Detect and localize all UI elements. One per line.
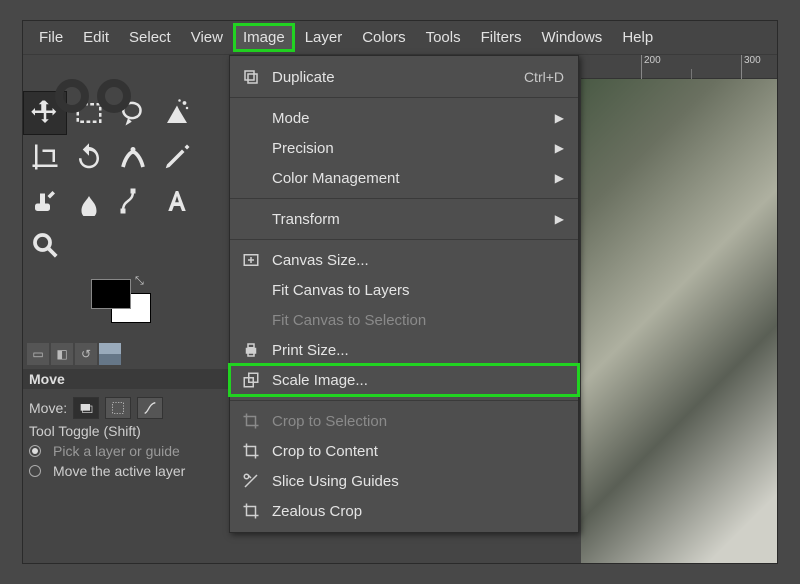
image-canvas[interactable] [581, 79, 777, 563]
menu-item-label: Precision [272, 140, 555, 157]
menu-item-label: Transform [272, 211, 555, 228]
move-mode-layer[interactable] [73, 397, 99, 419]
tool-path[interactable] [111, 179, 155, 223]
menu-zealous-crop[interactable]: Zealous Crop [230, 496, 578, 526]
menu-print-size[interactable]: Print Size... [230, 335, 578, 365]
menu-transform[interactable]: Transform ▶ [230, 204, 578, 234]
radio-icon [29, 445, 41, 457]
tool-warp[interactable] [111, 135, 155, 179]
menu-item-label: Crop to Content [272, 443, 564, 460]
menu-canvas-size[interactable]: Canvas Size... [230, 245, 578, 275]
radio-move-active[interactable]: Move the active layer [29, 463, 223, 479]
menu-item-label: Zealous Crop [272, 503, 564, 520]
dock-tab-device[interactable]: ◧ [51, 343, 73, 365]
tool-smudge[interactable] [67, 179, 111, 223]
menu-tools[interactable]: Tools [416, 23, 471, 52]
move-mode-path[interactable] [137, 397, 163, 419]
radio-pick-layer-label: Pick a layer or guide [53, 443, 180, 459]
menu-filters[interactable]: Filters [471, 23, 532, 52]
menu-slice-guides[interactable]: Slice Using Guides [230, 466, 578, 496]
menu-separator [230, 239, 578, 240]
menu-crop-selection: Crop to Selection [230, 406, 578, 436]
menu-item-label: Fit Canvas to Selection [272, 312, 564, 329]
color-swatches[interactable]: ⤡ [23, 275, 229, 335]
image-menu-dropdown: Duplicate Ctrl+D Mode ▶ Precision ▶ Colo… [229, 55, 579, 533]
tool-rotate[interactable] [67, 135, 111, 179]
tool-options-body: Move: Tool Toggle (Shift) Pick a layer o… [23, 389, 229, 487]
menu-image[interactable]: Image [233, 23, 295, 52]
menubar: File Edit Select View Image Layer Colors… [23, 21, 777, 55]
fg-color-swatch[interactable] [91, 279, 131, 309]
submenu-arrow-icon: ▶ [555, 212, 564, 226]
menu-item-label: Canvas Size... [272, 252, 564, 269]
radio-pick-layer[interactable]: Pick a layer or guide [29, 443, 223, 459]
submenu-arrow-icon: ▶ [555, 141, 564, 155]
menu-item-label: Color Management [272, 170, 555, 187]
ruler-tick: 300 [741, 55, 761, 79]
menu-item-label: Crop to Selection [272, 413, 564, 430]
tool-text[interactable] [155, 179, 199, 223]
menu-layer[interactable]: Layer [295, 23, 353, 52]
submenu-arrow-icon: ▶ [555, 171, 564, 185]
move-label: Move: [29, 400, 67, 416]
menu-mode[interactable]: Mode ▶ [230, 103, 578, 133]
menu-colors[interactable]: Colors [352, 23, 415, 52]
menu-separator [230, 97, 578, 98]
menu-color-management[interactable]: Color Management ▶ [230, 163, 578, 193]
menu-item-label: Slice Using Guides [272, 473, 564, 490]
dock-tabs: ▭ ◧ ↺ [23, 341, 229, 367]
menu-item-accel: Ctrl+D [524, 69, 564, 85]
tool-clone[interactable] [23, 179, 67, 223]
tool-zoom[interactable] [23, 223, 67, 267]
menu-fit-canvas-selection: Fit Canvas to Selection [230, 305, 578, 335]
menu-fit-canvas-layers[interactable]: Fit Canvas to Layers [230, 275, 578, 305]
tool-pencil[interactable] [155, 135, 199, 179]
menu-item-label: Duplicate [272, 69, 524, 86]
menu-item-label: Scale Image... [272, 372, 564, 389]
print-icon [240, 339, 262, 361]
crop-icon [240, 410, 262, 432]
radio-icon [29, 465, 41, 477]
menu-item-label: Fit Canvas to Layers [272, 282, 564, 299]
move-mode-selection[interactable] [105, 397, 131, 419]
radio-move-active-label: Move the active layer [53, 463, 185, 479]
dock-tab-tool-options[interactable]: ▭ [27, 343, 49, 365]
menu-separator [230, 400, 578, 401]
tool-toggle-label: Tool Toggle (Shift) [29, 423, 223, 439]
swap-colors-icon[interactable]: ⤡ [135, 275, 144, 288]
submenu-arrow-icon: ▶ [555, 111, 564, 125]
toolbox-panel: ⤡ ▭ ◧ ↺ Move Move: Tool Toggle (Shift) [23, 55, 229, 563]
menu-view[interactable]: View [181, 23, 233, 52]
slice-icon [240, 470, 262, 492]
ruler-tick: 200 [641, 55, 661, 79]
menu-item-label: Mode [272, 110, 555, 127]
tool-options-title: Move [23, 369, 229, 389]
canvas-size-icon [240, 249, 262, 271]
dock-tab-image[interactable] [99, 343, 121, 365]
tool-fuzzy-select[interactable] [155, 91, 199, 135]
crop-icon [240, 500, 262, 522]
wilber-eye-icon [97, 79, 131, 113]
duplicate-icon [240, 66, 262, 88]
dock-tab-history[interactable]: ↺ [75, 343, 97, 365]
menu-separator [230, 198, 578, 199]
menu-file[interactable]: File [29, 23, 73, 52]
menu-edit[interactable]: Edit [73, 23, 119, 52]
menu-crop-content[interactable]: Crop to Content [230, 436, 578, 466]
menu-precision[interactable]: Precision ▶ [230, 133, 578, 163]
scale-icon [240, 369, 262, 391]
crop-icon [240, 440, 262, 462]
menu-select[interactable]: Select [119, 23, 181, 52]
wilber-eye-icon [55, 79, 89, 113]
menu-item-label: Print Size... [272, 342, 564, 359]
menu-help[interactable]: Help [612, 23, 663, 52]
menu-duplicate[interactable]: Duplicate Ctrl+D [230, 62, 578, 92]
menu-scale-image[interactable]: Scale Image... [230, 365, 578, 395]
ruler-horizontal: 200 300 [581, 55, 777, 79]
menu-windows[interactable]: Windows [531, 23, 612, 52]
tool-crop[interactable] [23, 135, 67, 179]
